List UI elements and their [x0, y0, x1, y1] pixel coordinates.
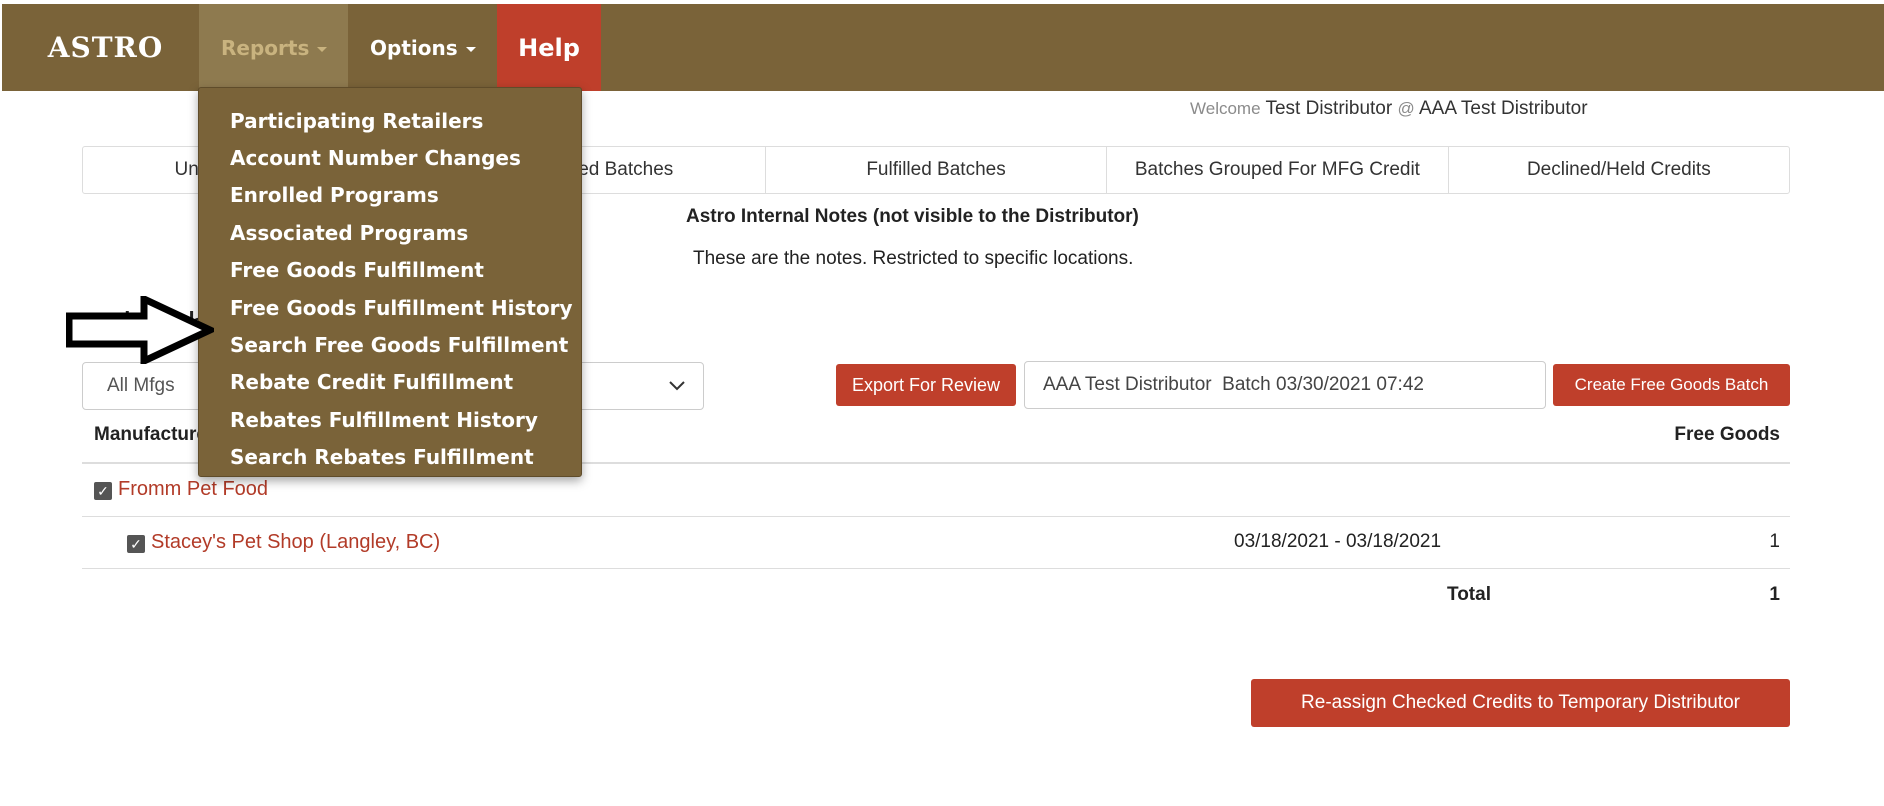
- menu-item-search-rebates-fulfillment[interactable]: Search Rebates Fulfillment: [199, 439, 581, 476]
- manufacturer-select-value: All Mfgs: [107, 375, 175, 396]
- menu-item-rebates-fulfillment-history[interactable]: Rebates Fulfillment History: [199, 401, 581, 438]
- tab-declined-held-credits[interactable]: Declined/Held Credits: [1449, 147, 1789, 193]
- reassign-credits-button[interactable]: Re-assign Checked Credits to Temporary D…: [1251, 679, 1790, 727]
- tab-batches-grouped-mfg-credit[interactable]: Batches Grouped For MFG Credit: [1107, 147, 1449, 193]
- retailer-free-goods-count: 1: [1769, 531, 1780, 552]
- internal-notes-title: Astro Internal Notes (not visible to the…: [686, 206, 1139, 227]
- manufacturer-link[interactable]: Fromm Pet Food: [118, 478, 268, 501]
- menu-item-rebate-credit-fulfillment[interactable]: Rebate Credit Fulfillment: [199, 364, 581, 401]
- brand-logo[interactable]: ASTRO: [2, 4, 199, 91]
- welcome-prefix: Welcome: [1190, 99, 1261, 118]
- export-for-review-button[interactable]: Export For Review: [836, 364, 1016, 406]
- internal-notes-body: These are the notes. Restricted to speci…: [693, 248, 1134, 269]
- total-value: 1: [1769, 584, 1780, 605]
- nav-reports-menu[interactable]: Reports: [199, 4, 348, 91]
- column-header-free-goods: Free Goods: [1674, 424, 1780, 445]
- menu-item-enrolled-programs[interactable]: Enrolled Programs: [199, 177, 581, 214]
- row-divider: [82, 516, 1790, 517]
- chevron-down-icon: [669, 381, 685, 391]
- menu-item-associated-programs[interactable]: Associated Programs: [199, 214, 581, 251]
- top-navbar: ASTRO Reports Options Help: [2, 4, 1884, 91]
- menu-item-free-goods-fulfillment[interactable]: Free Goods Fulfillment: [199, 252, 581, 289]
- welcome-org: AAA Test Distributor: [1418, 98, 1588, 119]
- retailer-date-range: 03/18/2021 - 03/18/2021: [1234, 531, 1442, 552]
- welcome-text: Welcome Test Distributor @ AAA Test Dist…: [1190, 98, 1588, 120]
- total-label: Total: [1447, 584, 1491, 605]
- nav-options-menu[interactable]: Options: [348, 4, 497, 91]
- chevron-down-icon: [465, 46, 476, 52]
- nav-reports-label: Reports: [221, 35, 310, 60]
- menu-item-participating-retailers[interactable]: Participating Retailers: [199, 102, 581, 139]
- menu-item-search-free-goods-fulfillment[interactable]: Search Free Goods Fulfillment: [199, 326, 581, 363]
- menu-item-free-goods-fulfillment-history[interactable]: Free Goods Fulfillment History: [199, 289, 581, 326]
- pointer-arrow-icon: [66, 296, 214, 364]
- reports-dropdown-menu: Participating Retailers Account Number C…: [198, 87, 582, 477]
- nav-options-label: Options: [370, 35, 458, 60]
- retailer-link[interactable]: Stacey's Pet Shop (Langley, BC): [151, 531, 440, 554]
- manufacturer-checkbox[interactable]: ✓: [94, 482, 112, 500]
- welcome-user: Test Distributor: [1265, 98, 1393, 119]
- retailer-checkbox[interactable]: ✓: [127, 535, 145, 553]
- tab-fulfilled-batches[interactable]: Fulfilled Batches: [766, 147, 1108, 193]
- column-header-manufacturer: Manufacturer: [94, 424, 215, 445]
- menu-item-account-number-changes[interactable]: Account Number Changes: [199, 139, 581, 176]
- welcome-at: @: [1397, 99, 1415, 118]
- batch-name-input[interactable]: AAA Test Distributor Batch 03/30/2021 07…: [1024, 361, 1546, 409]
- nav-help-button[interactable]: Help: [497, 4, 601, 91]
- row-divider: [82, 568, 1790, 569]
- create-free-goods-batch-button[interactable]: Create Free Goods Batch: [1553, 364, 1790, 406]
- chevron-down-icon: [317, 46, 328, 52]
